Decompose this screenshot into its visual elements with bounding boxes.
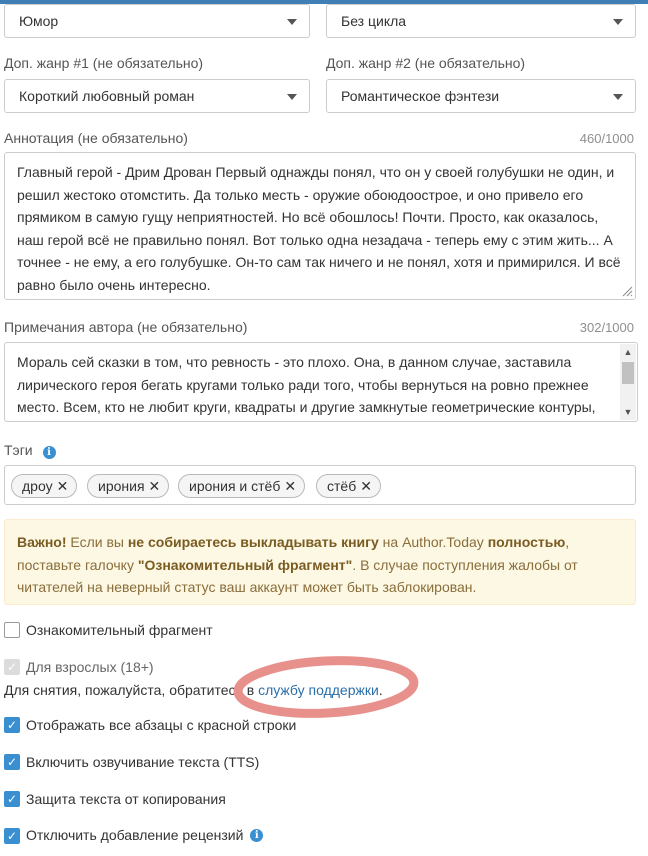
adult-checkbox-label: Для взрослых (18+) [26, 659, 154, 675]
red-line-checkbox[interactable]: ✓ [4, 717, 20, 733]
close-icon[interactable]: ✕ [57, 475, 69, 497]
annotation-textarea[interactable]: Главный герой - Дрим Дрован Первый однаж… [4, 152, 636, 300]
red-line-checkbox-label[interactable]: Отображать все абзацы с красной строки [26, 717, 296, 733]
close-icon[interactable]: ✕ [149, 475, 161, 497]
close-icon[interactable]: ✕ [360, 475, 372, 497]
adult-note: Для снятия, пожалуйста, обратитесь в слу… [4, 682, 383, 698]
tts-checkbox[interactable]: ✓ [4, 754, 20, 770]
tag-label: ирония [98, 478, 145, 494]
cycle-select[interactable]: Без цикла [326, 4, 636, 38]
adult-checkbox: ✓ [4, 659, 20, 675]
extra-genre2-label: Доп. жанр #2 (не обязательно) [326, 55, 526, 71]
preview-checkbox-label[interactable]: Ознакомительный фрагмент [26, 622, 213, 638]
copy-protect-checkbox[interactable]: ✓ [4, 791, 20, 807]
scroll-up-icon[interactable]: ▲ [620, 344, 636, 360]
preview-checkbox[interactable] [4, 622, 20, 638]
support-link[interactable]: службу поддержки [258, 682, 379, 698]
info-circle-icon[interactable]: i [42, 446, 56, 459]
caret-down-icon [287, 94, 297, 100]
warning-emphasis: "Ознакомительный фрагмент" [137, 556, 353, 573]
extra-genre1-label: Доп. жанр #1 (не обязательно) [4, 55, 204, 71]
extra-genre2-value: Романтическое фэнтези [341, 88, 500, 104]
checkmark-icon: ✓ [6, 660, 18, 674]
checkmark-icon: ✓ [6, 829, 18, 843]
tag-chip: дроу ✕ [11, 474, 78, 498]
caret-down-icon [613, 94, 623, 100]
annotation-counter: 460/1000 [579, 131, 634, 146]
checkmark-icon: ✓ [6, 755, 18, 769]
scroll-down-icon[interactable]: ▼ [620, 404, 636, 420]
tag-chip: ирония ✕ [87, 474, 170, 498]
scroll-thumb[interactable] [622, 362, 634, 384]
genre-select-value: Юмор [19, 13, 59, 29]
tags-input[interactable]: дроу ✕ ирония ✕ ирония и стёб ✕ стёб ✕ [4, 465, 636, 505]
annotation-label: Аннотация (не обязательно) [4, 130, 188, 146]
tag-chip: стёб ✕ [316, 474, 381, 498]
warning-text: Если вы [66, 534, 128, 550]
extra-genre1-select[interactable]: Короткий любовный роман [4, 79, 310, 113]
extra-genre1-value: Короткий любовный роман [19, 88, 195, 104]
warning-text: на Author.Today [378, 534, 488, 550]
close-icon[interactable]: ✕ [284, 475, 296, 497]
author-notes-text: Мораль сей сказки в том, что ревность - … [17, 354, 596, 415]
info-circle-icon[interactable]: i [250, 829, 264, 842]
adult-note-end: . [378, 682, 383, 698]
adult-note-text: Для снятия, пожалуйста, обратитесь в [4, 682, 259, 698]
author-notes-scrollbar[interactable]: ▲ ▼ [620, 344, 636, 420]
tags-label: Тэги [4, 442, 33, 458]
disable-reviews-label-text: Отключить добавление рецензий [26, 827, 244, 843]
warning-emphasis: не собираетесь выкладывать книгу [127, 534, 379, 550]
author-notes-label: Примечания автора (не обязательно) [4, 319, 248, 335]
tts-checkbox-label[interactable]: Включить озвучивание текста (TTS) [26, 754, 259, 770]
disable-reviews-checkbox[interactable]: ✓ [4, 828, 20, 844]
tag-chip: ирония и стёб ✕ [178, 474, 306, 498]
disable-reviews-checkbox-label[interactable]: Отключить добавление рецензий i [26, 827, 264, 844]
tag-label: дроу [22, 478, 53, 494]
caret-down-icon [287, 19, 297, 25]
checkmark-icon: ✓ [6, 792, 18, 806]
author-notes-counter: 302/1000 [579, 320, 634, 335]
tag-label: ирония и стёб [189, 478, 281, 494]
annotation-text: Главный герой - Дрим Дрован Первый однаж… [17, 164, 621, 293]
checkmark-icon: ✓ [6, 718, 18, 732]
resize-grip-icon[interactable] [621, 285, 633, 297]
author-notes-textarea[interactable]: Мораль сей сказки в том, что ревность - … [4, 342, 638, 422]
tag-label: стёб [327, 478, 357, 494]
tags-label-row: Тэги i [4, 442, 56, 459]
warning-emphasis: полностью [487, 534, 566, 550]
copy-protect-checkbox-label[interactable]: Защита текста от копирования [26, 791, 226, 807]
cycle-select-value: Без цикла [341, 13, 407, 29]
caret-down-icon [613, 19, 623, 25]
extra-genre2-select[interactable]: Романтическое фэнтези [326, 79, 636, 113]
genre-select[interactable]: Юмор [4, 4, 310, 38]
warning-important: Важно! [17, 534, 67, 550]
warning-alert: Важно! Если вы не собираетесь выкладыват… [4, 519, 636, 605]
